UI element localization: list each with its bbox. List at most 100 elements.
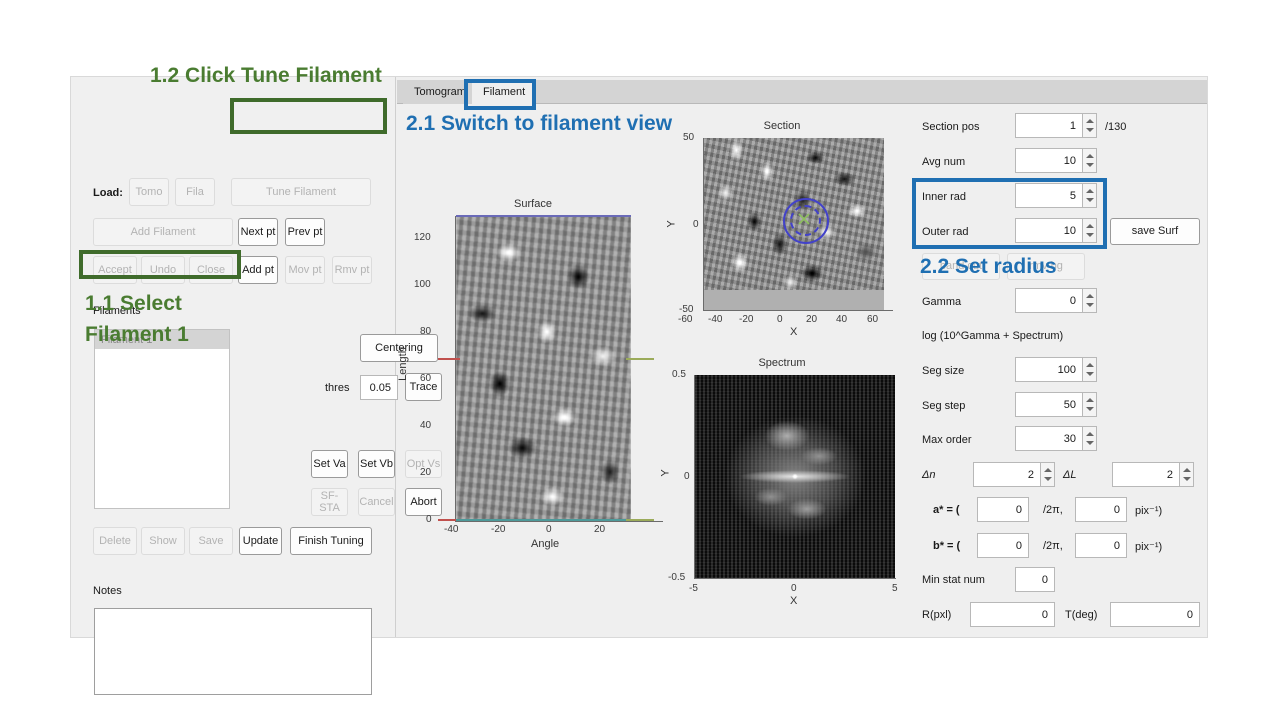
- surface-x-axis: [455, 521, 663, 522]
- surface-xtick-neg20: -20: [491, 524, 506, 535]
- save-button[interactable]: Save: [189, 527, 233, 555]
- max-order-label: Max order: [922, 434, 972, 446]
- r-pxl-input[interactable]: 0: [970, 602, 1055, 627]
- a-star-unit: pix⁻¹): [1135, 505, 1163, 517]
- update-button[interactable]: Update: [239, 527, 282, 555]
- surface-ylabel: Length: [396, 347, 409, 381]
- t-deg-label: T(deg): [1065, 609, 1098, 621]
- surface-ytick-40: 40: [420, 420, 432, 431]
- surface-ytick-60: 60: [420, 373, 432, 384]
- section-xlabel: X: [790, 326, 798, 338]
- max-order-spinner[interactable]: [1083, 426, 1097, 451]
- filaments-listbox[interactable]: Filament 1: [94, 329, 230, 509]
- b-star-separator: /2π,: [1043, 540, 1063, 552]
- thres-label: thres: [325, 382, 350, 394]
- surface-marker-top: [456, 215, 631, 217]
- surface-xlabel: Angle: [531, 538, 560, 550]
- b-star-first-input[interactable]: 0: [977, 533, 1029, 558]
- surface-marker-right-olive: [626, 358, 654, 360]
- annotation-box-filament-tab: [464, 79, 536, 110]
- chevron-down-icon[interactable]: [1086, 407, 1094, 411]
- center-cross-icon: [798, 213, 810, 225]
- seg-step-input[interactable]: 50: [1015, 392, 1083, 417]
- chevron-down-icon[interactable]: [1044, 477, 1052, 481]
- delete-button[interactable]: Delete: [93, 527, 137, 555]
- section-xtick-0: 0: [777, 314, 783, 325]
- section-pos-input[interactable]: 1: [1015, 113, 1083, 138]
- left-control-panel: Load: Tomo Fila Tune Filament Add Filame…: [71, 77, 442, 695]
- chevron-down-icon[interactable]: [1086, 441, 1094, 445]
- screenshot-root: Load: Tomo Fila Tune Filament Add Filame…: [0, 0, 1280, 720]
- next-pt-button[interactable]: Next pt: [238, 218, 278, 246]
- set-vb-button[interactable]: Set Vb: [358, 450, 395, 478]
- max-order-input[interactable]: 30: [1015, 426, 1083, 451]
- spectrum-xlabel: X: [790, 595, 798, 607]
- spectrum-x-axis: [694, 578, 896, 579]
- surface-y-axis: [455, 216, 456, 522]
- load-fila-button[interactable]: Fila: [175, 178, 215, 206]
- chevron-down-icon[interactable]: [1086, 303, 1094, 307]
- finish-tuning-button[interactable]: Finish Tuning: [290, 527, 372, 555]
- seg-size-spinner[interactable]: [1083, 357, 1097, 382]
- surface-ytick-80: 80: [420, 326, 432, 337]
- chevron-down-icon[interactable]: [1086, 372, 1094, 376]
- add-filament-button[interactable]: Add Filament: [93, 218, 233, 246]
- chevron-up-icon[interactable]: [1086, 432, 1094, 436]
- section-pos-label: Section pos: [922, 121, 980, 133]
- prev-pt-button[interactable]: Prev pt: [285, 218, 325, 246]
- surface-plot: Surface 0 20 40 60 80 100 120 -40 -20 0 …: [397, 198, 663, 550]
- spectrum-plot: Spectrum 0.5 0 -0.5 -5 0 5 X Y: [660, 357, 910, 622]
- gamma-spinner[interactable]: [1083, 288, 1097, 313]
- set-va-button[interactable]: Set Va: [311, 450, 348, 478]
- chevron-up-icon[interactable]: [1086, 398, 1094, 402]
- seg-size-label: Seg size: [922, 365, 965, 377]
- rmv-pt-button[interactable]: Rmv pt: [332, 256, 372, 284]
- spectrum-ytick-05: 0.5: [672, 369, 686, 380]
- tune-filament-button[interactable]: Tune Filament: [231, 178, 371, 206]
- chevron-down-icon[interactable]: [1086, 128, 1094, 132]
- seg-step-spinner[interactable]: [1083, 392, 1097, 417]
- section-xtick-40: 40: [836, 314, 848, 325]
- spectrum-ytick-0: 0: [684, 471, 690, 482]
- spectrum-ylabel: Y: [659, 469, 672, 477]
- min-stat-num-input[interactable]: 0: [1015, 567, 1055, 592]
- a-star-first-input[interactable]: 0: [977, 497, 1029, 522]
- chevron-down-icon[interactable]: [1183, 477, 1191, 481]
- load-tomo-button[interactable]: Tomo: [129, 178, 169, 206]
- thres-input[interactable]: 0.05: [360, 375, 398, 400]
- b-star-label: b* = (: [933, 540, 961, 552]
- show-button[interactable]: Show: [141, 527, 185, 555]
- surface-marker-bottom-teal: [456, 519, 631, 521]
- t-deg-input[interactable]: 0: [1110, 602, 1200, 627]
- chevron-up-icon[interactable]: [1183, 468, 1191, 472]
- save-surf-button[interactable]: save Surf: [1110, 218, 1200, 245]
- chevron-up-icon[interactable]: [1086, 363, 1094, 367]
- chevron-down-icon[interactable]: [1086, 163, 1094, 167]
- sf-sta-button[interactable]: SF-STA: [311, 488, 348, 516]
- section-xtick-neg40: -40: [708, 314, 723, 325]
- chevron-up-icon[interactable]: [1086, 119, 1094, 123]
- chevron-up-icon[interactable]: [1086, 294, 1094, 298]
- annotation-step-1-2-text: 1.2 Click Tune Filament: [150, 64, 382, 87]
- section-pos-spinner[interactable]: [1083, 113, 1097, 138]
- surface-xtick-20: 20: [594, 524, 606, 535]
- spectrum-y-axis: [694, 375, 695, 579]
- delta-n-spinner[interactable]: [1041, 462, 1055, 487]
- avg-num-input[interactable]: 10: [1015, 148, 1083, 173]
- avg-num-spinner[interactable]: [1083, 148, 1097, 173]
- seg-size-input[interactable]: 100: [1015, 357, 1083, 382]
- add-pt-button[interactable]: Add pt: [238, 256, 278, 284]
- gamma-input[interactable]: 0: [1015, 288, 1083, 313]
- delta-l-input[interactable]: 2: [1112, 462, 1180, 487]
- delta-n-input[interactable]: 2: [973, 462, 1041, 487]
- mov-pt-button[interactable]: Mov pt: [285, 256, 325, 284]
- surface-ytick-120: 120: [414, 232, 431, 243]
- notes-textarea[interactable]: [94, 608, 372, 695]
- chevron-up-icon[interactable]: [1044, 468, 1052, 472]
- b-star-second-input[interactable]: 0: [1075, 533, 1127, 558]
- chevron-up-icon[interactable]: [1086, 154, 1094, 158]
- delta-l-spinner[interactable]: [1180, 462, 1194, 487]
- spectrum-xtick-0: 0: [791, 583, 797, 594]
- cancel-button[interactable]: Cancel: [358, 488, 395, 516]
- a-star-second-input[interactable]: 0: [1075, 497, 1127, 522]
